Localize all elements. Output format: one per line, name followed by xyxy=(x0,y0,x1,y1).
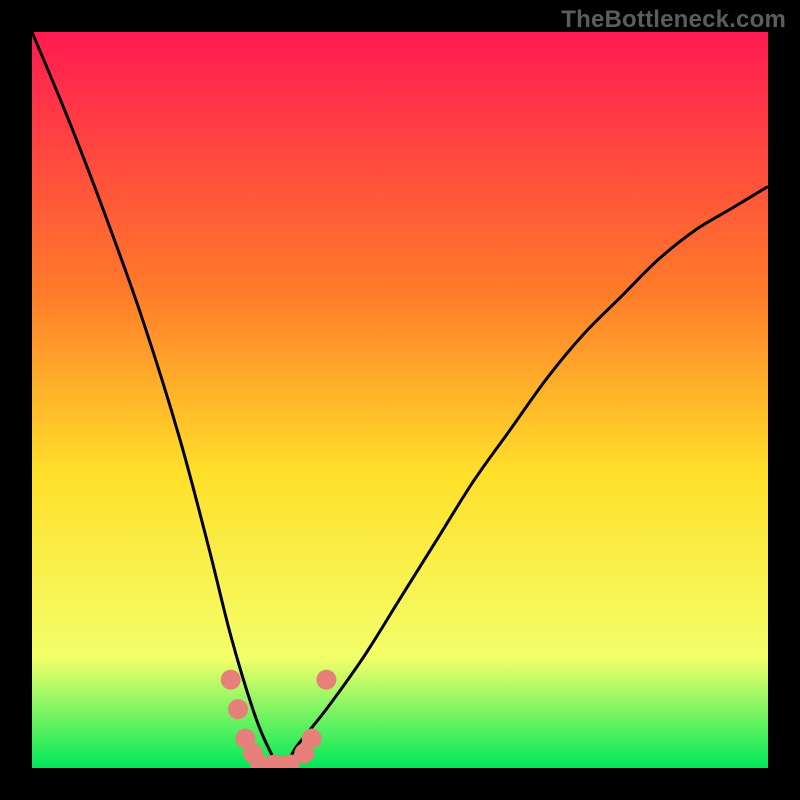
bottleneck-chart-svg xyxy=(32,32,768,768)
curve-marker xyxy=(228,699,248,719)
curve-marker xyxy=(221,670,241,690)
plot-area xyxy=(32,32,768,768)
gradient-background xyxy=(32,32,768,768)
curve-marker xyxy=(302,729,322,749)
watermark-text: TheBottleneck.com xyxy=(561,6,786,34)
chart-frame: TheBottleneck.com xyxy=(0,0,800,800)
curve-marker xyxy=(316,670,336,690)
